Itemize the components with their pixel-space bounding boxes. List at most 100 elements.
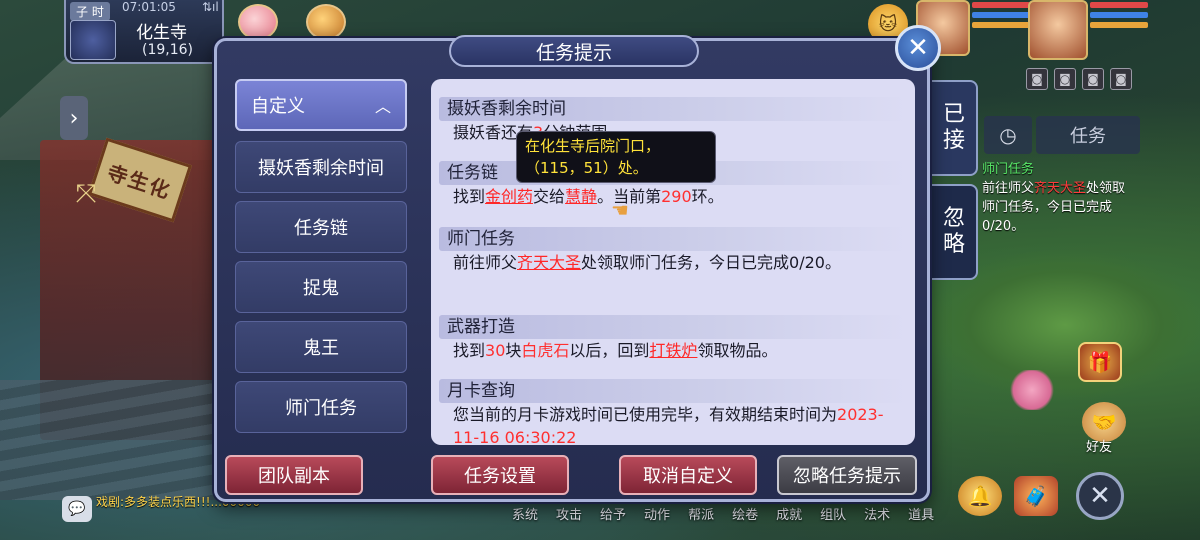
- map-name: 化生寺: [136, 23, 187, 43]
- clock: 07:01:05: [122, 0, 176, 14]
- section-text-part: 前往师父: [453, 253, 518, 272]
- ignore-hint-button[interactable]: 忽略任务提示: [777, 455, 917, 495]
- category-label: 自定义: [251, 96, 305, 117]
- section-master: 师门任务 前往师父齐天大圣处领取师门任务，今日已完成0/20。: [439, 227, 909, 274]
- team-dungeon-button[interactable]: 团队副本: [225, 455, 363, 495]
- buff-slot-icon[interactable]: ◙: [1026, 68, 1048, 90]
- section-text-part: 找到: [453, 341, 486, 360]
- menu-spell[interactable]: 法术: [864, 504, 890, 523]
- peach-icon[interactable]: [238, 4, 278, 40]
- pet-mp-bar: [972, 12, 1030, 18]
- npc-link[interactable]: 齐天大圣: [517, 253, 581, 272]
- player-coords: (19,16): [142, 42, 194, 58]
- player-mp-bar: [1090, 12, 1148, 18]
- menu-attack[interactable]: 攻击: [556, 504, 582, 523]
- buff-slots: ◙ ◙ ◙ ◙: [1026, 68, 1132, 90]
- section-title: 摄妖香剩余时间: [439, 97, 909, 121]
- tracker-tasks-button[interactable]: 任务: [1036, 116, 1140, 154]
- menu-achievement[interactable]: 成就: [776, 504, 802, 523]
- time-tag: 子 时: [70, 2, 110, 21]
- fullscreen-icon[interactable]: ⤧: [64, 172, 108, 216]
- location-panel[interactable]: 子 时 07:01:05 ⇅ıl 化生寺 (19,16): [64, 0, 224, 64]
- category-item-ghost-king[interactable]: 鬼王: [235, 321, 407, 373]
- menu-team[interactable]: 组队: [820, 504, 846, 523]
- tracker-tab-ignored-label: 忽 略: [942, 205, 965, 257]
- section-text-part: 找到: [453, 187, 486, 206]
- player-exp-bar: [1090, 22, 1148, 28]
- tracker-npc-link[interactable]: 齐天大圣: [1034, 181, 1086, 196]
- menu-give[interactable]: 给予: [600, 504, 626, 523]
- buff-slot-icon[interactable]: ◙: [1082, 68, 1104, 90]
- section-text-part: 处领取师门任务，今日已完成0/20。: [581, 253, 841, 272]
- tracker-header: ◷ 任务: [984, 116, 1198, 156]
- tracker-text: 前往师父: [982, 181, 1035, 196]
- menu-system[interactable]: 系统: [512, 504, 538, 523]
- hand-cursor-icon: ☚: [611, 198, 629, 222]
- section-text-part: 您当前的月卡游戏时间已使用完毕，有效期结束时间为: [453, 405, 838, 424]
- place-link[interactable]: 打铁炉: [649, 341, 697, 360]
- expand-arrow-icon[interactable]: ›: [60, 96, 88, 140]
- task-settings-button[interactable]: 任务设置: [431, 455, 569, 495]
- category-item-chain[interactable]: 任务链: [235, 201, 407, 253]
- section-text-part: 领取物品。: [697, 341, 778, 360]
- section-text-part: 交给: [533, 187, 566, 206]
- tracker-entry-title: 师门任务: [982, 162, 1035, 177]
- task-hint-dialog: 任务提示 ✕ 自定义 ︿ 摄妖香剩余时间 任务链 捉鬼 鬼王 师门任务 摄妖香剩…: [214, 25, 941, 502]
- section-text-part: 块: [505, 341, 522, 360]
- lotus-scenery: [1008, 370, 1056, 410]
- minimap-icon[interactable]: [70, 20, 116, 60]
- timer-icon[interactable]: ◷: [984, 116, 1032, 154]
- npc-link[interactable]: 慧静: [565, 187, 597, 206]
- section-monthly-card: 月卡查询 您当前的月卡游戏时间已使用完毕，有效期结束时间为2023-11-16 …: [439, 379, 909, 445]
- menu-action[interactable]: 动作: [644, 504, 670, 523]
- loop-count: 290: [661, 187, 692, 206]
- signal-icon: ⇅ıl: [202, 0, 219, 14]
- tracker-tab-accepted-label: 已 接: [942, 101, 965, 153]
- bottom-menu: 系统 攻击 给予 动作 帮派 绘卷 成就 组队 法术 道具: [512, 504, 1072, 523]
- dialog-title: 任务提示: [449, 35, 699, 67]
- pet-exp-bar: [972, 22, 1030, 28]
- section-text-part: 环。: [691, 187, 724, 206]
- menu-items[interactable]: 道具: [908, 504, 934, 523]
- section-title: 武器打造: [439, 315, 909, 339]
- section-text: 找到30块白虎石以后，回到打铁炉领取物品。: [439, 339, 909, 362]
- cancel-custom-button[interactable]: 取消自定义: [619, 455, 757, 495]
- gourd-icon[interactable]: [306, 4, 346, 40]
- player-hp-bar: [1090, 2, 1148, 8]
- menu-guild[interactable]: 帮派: [688, 504, 714, 523]
- category-item-custom[interactable]: 自定义 ︿: [235, 79, 407, 131]
- section-title: 月卡查询: [439, 379, 909, 403]
- section-title: 师门任务: [439, 227, 909, 251]
- chat-icon[interactable]: 💬: [62, 496, 92, 522]
- location-tooltip: 在化生寺后院门口，（115，51）处。: [516, 131, 716, 183]
- section-text: 您当前的月卡游戏时间已使用完毕，有效期结束时间为2023-11-16 06:30…: [439, 403, 909, 445]
- buff-slot-icon[interactable]: ◙: [1054, 68, 1076, 90]
- item-link[interactable]: 金创药: [485, 187, 533, 206]
- hide-ui-close-icon[interactable]: ✕: [1076, 472, 1124, 520]
- treasure-chest-icon[interactable]: 🎁: [1078, 342, 1122, 382]
- tracker-entry[interactable]: 师门任务 前往师父齐天大圣处领取师门任务，今日已完成0/20。: [982, 160, 1132, 236]
- category-item-master[interactable]: 师门任务: [235, 381, 407, 433]
- section-text: 找到金创药交给慧静。当前第290环。: [439, 185, 909, 208]
- pet-status-bars: [972, 2, 1030, 32]
- buff-slot-icon[interactable]: ◙: [1110, 68, 1132, 90]
- player-status-bars: [1090, 2, 1148, 32]
- category-list[interactable]: 自定义 ︿ 摄妖香剩余时间 任务链 捉鬼 鬼王 师门任务: [235, 79, 409, 435]
- pet-hp-bar: [972, 2, 1030, 8]
- close-icon[interactable]: ✕: [895, 25, 941, 71]
- stairs-scenery: [0, 380, 230, 500]
- item-name: 白虎石: [521, 341, 570, 360]
- chevron-up-icon: ︿: [374, 97, 391, 116]
- friends-label: 好友: [1086, 440, 1113, 455]
- section-text: 前往师父齐天大圣处领取师门任务，今日已完成0/20。: [439, 251, 909, 274]
- tracker-entry-desc: 前往师父齐天大圣处领取师门任务，今日已完成0/20。: [982, 179, 1132, 236]
- section-text-part: 以后，回到: [569, 341, 650, 360]
- item-count: 30: [485, 341, 506, 360]
- category-item-incense[interactable]: 摄妖香剩余时间: [235, 141, 407, 193]
- menu-scroll[interactable]: 绘卷: [732, 504, 758, 523]
- tracker-tab-ignored[interactable]: 忽 略: [930, 184, 978, 280]
- tracker-tab-accepted[interactable]: 已 接: [930, 80, 978, 176]
- player-portrait[interactable]: [1028, 0, 1088, 60]
- category-item-ghost[interactable]: 捉鬼: [235, 261, 407, 313]
- section-weapon: 武器打造 找到30块白虎石以后，回到打铁炉领取物品。: [439, 315, 909, 362]
